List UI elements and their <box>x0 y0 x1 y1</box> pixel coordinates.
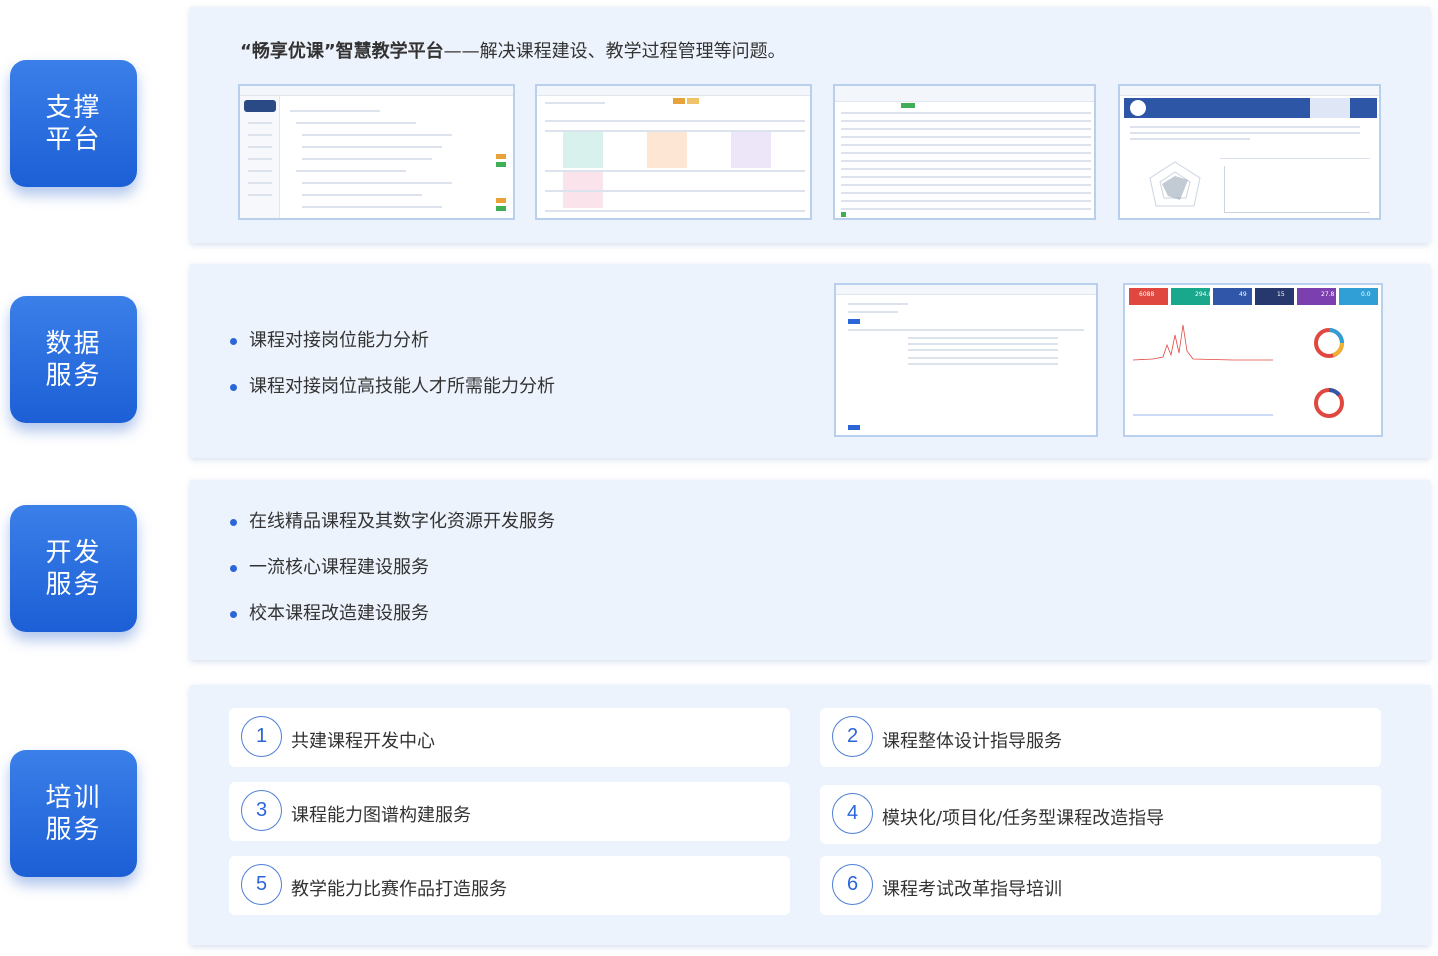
dev-service-panel: 在线精品课程及其数字化资源开发服务 一流核心课程建设服务 校本课程改造建设服务 <box>190 480 1430 660</box>
list-item: 在线精品课程及其数字化资源开发服务 <box>230 511 555 557</box>
platform-description: ——解决课程建设、教学过程管理等问题。 <box>443 41 786 62</box>
training-item-3: 3 课程能力图谱构建服务 <box>229 782 790 841</box>
training-service-tag: 培训 服务 <box>10 750 137 877</box>
stat-value: 27.8 <box>1321 291 1335 298</box>
list-item: 校本课程改造建设服务 <box>230 603 555 649</box>
stat-tile: 0.0 <box>1339 288 1378 305</box>
screenshot-course-tree <box>238 84 515 220</box>
stat-value: 0.0 <box>1361 291 1371 298</box>
data-service-tag: 数据 服务 <box>10 296 137 423</box>
item-number: 4 <box>832 793 873 834</box>
stat-tile: 15 <box>1255 288 1294 305</box>
dev-service-list: 在线精品课程及其数字化资源开发服务 一流核心课程建设服务 校本课程改造建设服务 <box>230 511 555 649</box>
tag-line: 服务 <box>45 360 102 391</box>
stat-value: 6088 <box>1139 291 1155 298</box>
item-label: 课程能力图谱构建服务 <box>291 805 471 826</box>
screenshot-analysis-table <box>834 283 1098 437</box>
list-item: 课程对接岗位能力分析 <box>230 330 555 376</box>
screenshot-data-table <box>833 84 1096 220</box>
item-label: 课程整体设计指导服务 <box>882 731 1062 752</box>
item-label: 课程考试改革指导培训 <box>882 879 1062 900</box>
tag-line: 开发 <box>45 537 102 568</box>
item-number: 6 <box>832 864 873 905</box>
item-number: 5 <box>241 864 282 905</box>
item-label: 教学能力比赛作品打造服务 <box>291 879 507 900</box>
tag-line: 支撑 <box>45 92 102 123</box>
data-service-panel: 课程对接岗位能力分析 课程对接岗位高技能人才所需能力分析 6088 294.80… <box>190 264 1430 458</box>
tag-line: 服务 <box>45 814 102 845</box>
training-service-panel: 1 共建课程开发中心 2 课程整体设计指导服务 3 课程能力图谱构建服务 4 模… <box>190 685 1430 945</box>
tag-line: 培训 <box>45 782 102 813</box>
item-number: 2 <box>832 716 873 757</box>
training-item-6: 6 课程考试改革指导培训 <box>820 856 1381 915</box>
dev-service-tag: 开发 服务 <box>10 505 137 632</box>
stat-value: 15 <box>1277 291 1285 298</box>
line-chart-icon <box>1133 414 1273 416</box>
data-service-list: 课程对接岗位能力分析 课程对接岗位高技能人才所需能力分析 <box>230 330 555 422</box>
stat-tile: 294.80 <box>1171 288 1216 305</box>
item-label: 共建课程开发中心 <box>291 731 435 752</box>
training-item-1: 1 共建课程开发中心 <box>229 708 790 767</box>
list-item: 课程对接岗位高技能人才所需能力分析 <box>230 376 555 422</box>
screenshot-schedule <box>535 84 812 220</box>
line-chart-icon <box>1133 324 1273 361</box>
donut-chart-icon <box>1314 388 1344 418</box>
item-label: 模块化/项目化/任务型课程改造指导 <box>882 808 1165 829</box>
screenshot-student-profile <box>1118 84 1381 220</box>
stat-value: 49 <box>1239 291 1247 298</box>
tag-line: 服务 <box>45 569 102 600</box>
stat-tile: 27.8 <box>1297 288 1336 305</box>
tag-line: 平台 <box>45 124 102 155</box>
support-platform-tag: 支撑 平台 <box>10 60 137 187</box>
stat-tile: 6088 <box>1129 288 1168 305</box>
training-item-4: 4 模块化/项目化/任务型课程改造指导 <box>820 785 1381 844</box>
stat-tile: 49 <box>1213 288 1252 305</box>
item-number: 3 <box>241 790 282 831</box>
support-platform-panel: “畅享优课”智慧教学平台——解决课程建设、教学过程管理等问题。 <box>190 7 1430 243</box>
training-item-2: 2 课程整体设计指导服务 <box>820 708 1381 767</box>
radar-chart-icon <box>1149 161 1201 207</box>
screenshot-stats-dashboard: 6088 294.80 49 15 27.8 0.0 <box>1123 283 1383 437</box>
donut-chart-icon <box>1314 328 1344 358</box>
item-number: 1 <box>241 716 282 757</box>
tag-line: 数据 <box>45 328 102 359</box>
platform-intro: “畅享优课”智慧教学平台——解决课程建设、教学过程管理等问题。 <box>240 37 786 63</box>
training-item-5: 5 教学能力比赛作品打造服务 <box>229 856 790 915</box>
platform-name: “畅享优课”智慧教学平台 <box>240 41 444 62</box>
list-item: 一流核心课程建设服务 <box>230 557 555 603</box>
